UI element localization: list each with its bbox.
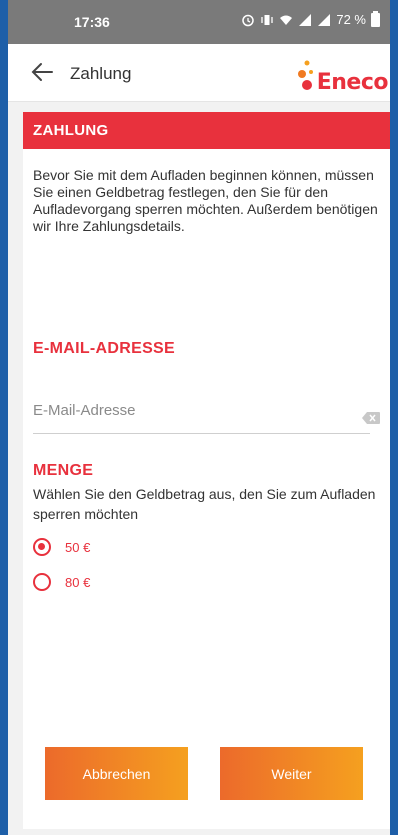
radio-unselected-icon[interactable] bbox=[33, 573, 51, 591]
alarm-icon bbox=[242, 14, 255, 26]
next-button[interactable]: Weiter bbox=[220, 747, 363, 800]
app-bar: Zahlung Eneco bbox=[8, 44, 390, 102]
amount-option-80[interactable]: 80 € bbox=[33, 573, 90, 591]
amount-option-label: 80 € bbox=[65, 574, 91, 590]
status-icons: 72 % bbox=[241, 10, 380, 27]
logo-dots-icon bbox=[297, 60, 313, 90]
logo-text: Eneco bbox=[316, 70, 389, 95]
radio-selected-icon[interactable] bbox=[33, 538, 51, 556]
back-arrow-icon[interactable] bbox=[28, 58, 56, 86]
status-bar: 17:36 72 % bbox=[8, 0, 390, 44]
vibrate-icon bbox=[261, 14, 274, 25]
amount-option-50[interactable]: 50 € bbox=[33, 538, 90, 556]
card-header: ZAHLUNG bbox=[23, 112, 390, 149]
email-heading: E-MAIL-ADRESSE bbox=[33, 340, 175, 357]
page-title: Zahlung bbox=[70, 64, 132, 83]
card-header-title: ZAHLUNG bbox=[33, 122, 109, 139]
app-frame: 17:36 72 % Zahlung Eneco ZAHLUNG Bevor S… bbox=[8, 0, 390, 835]
cancel-button[interactable]: Abbrechen bbox=[45, 747, 188, 800]
payment-card: ZAHLUNG Bevor Sie mit dem Aufladen begin… bbox=[23, 112, 390, 829]
signal-icon-2 bbox=[318, 13, 331, 26]
amount-description: Wählen Sie den Geldbetrag aus, den Sie z… bbox=[33, 486, 376, 522]
email-field[interactable] bbox=[33, 392, 333, 419]
email-field-wrapper bbox=[33, 392, 380, 434]
content-area: ZAHLUNG Bevor Sie mit dem Aufladen begin… bbox=[8, 102, 390, 835]
status-time: 17:36 bbox=[74, 14, 110, 30]
wifi-icon bbox=[280, 15, 293, 25]
signal-icon bbox=[299, 13, 312, 26]
eneco-logo: Eneco bbox=[295, 52, 389, 95]
battery-icon bbox=[371, 10, 380, 27]
clear-icon[interactable] bbox=[362, 412, 380, 424]
intro-text: Bevor Sie mit dem Aufladen beginnen könn… bbox=[33, 167, 378, 234]
amount-option-label: 50 € bbox=[65, 539, 91, 555]
amount-heading: MENGE bbox=[33, 462, 94, 479]
battery-percent: 72 % bbox=[336, 12, 366, 27]
